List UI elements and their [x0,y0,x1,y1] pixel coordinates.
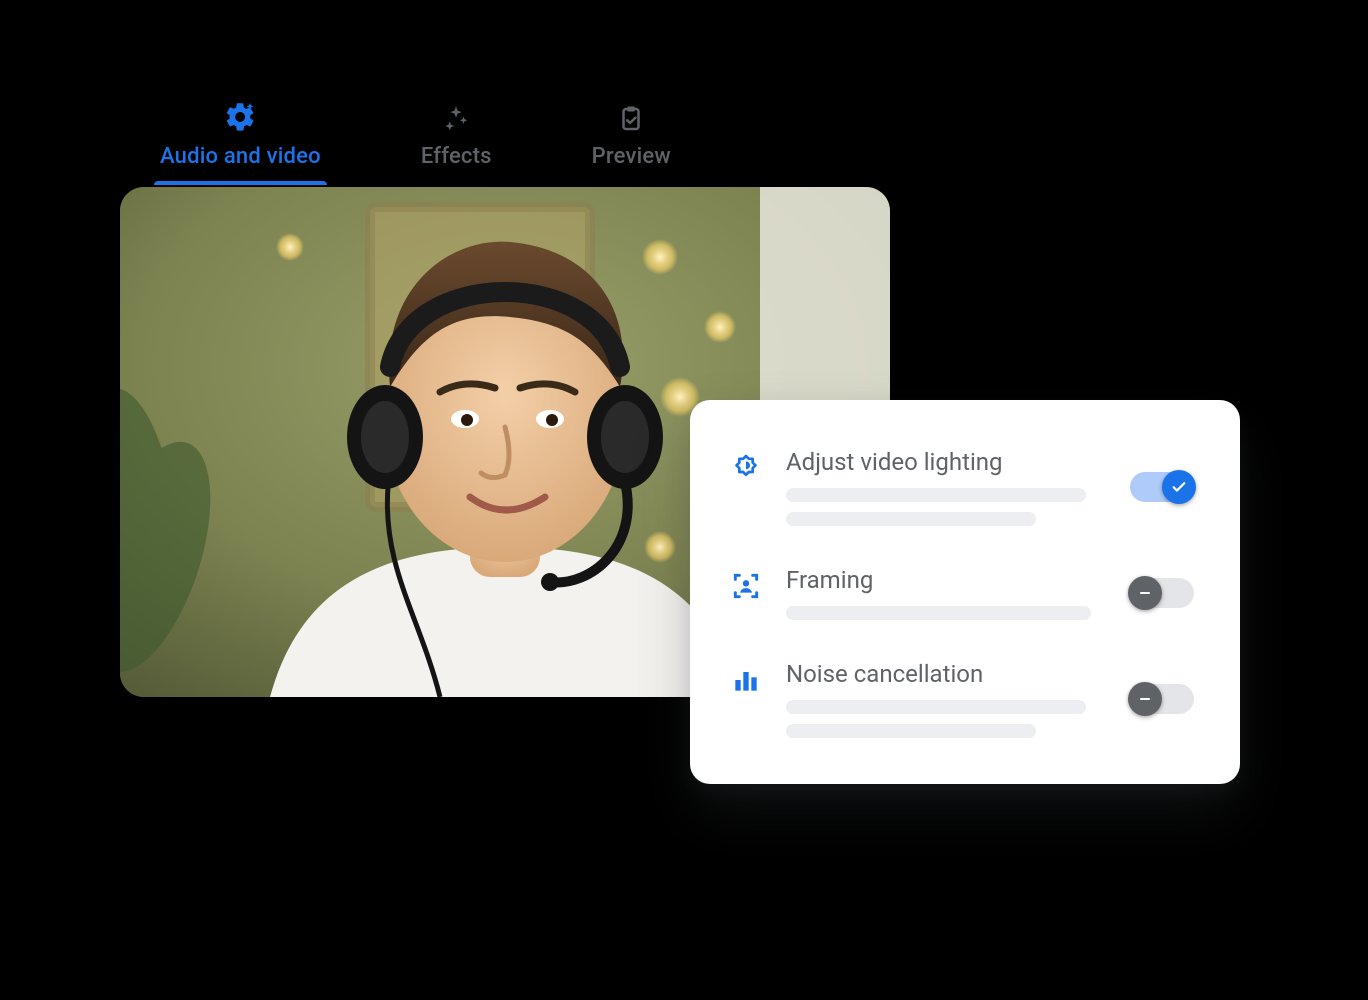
setting-row-lighting: Adjust video lighting [724,434,1206,544]
placeholder-line [786,488,1086,502]
setting-row-noise-cancellation: Noise cancellation [724,638,1206,756]
placeholder-line [786,512,1036,526]
setting-title: Noise cancellation [786,660,1112,688]
frame-person-icon [724,566,768,602]
minus-icon [1128,576,1162,610]
clipboard-check-icon [616,104,646,134]
toggle-lighting[interactable] [1130,472,1194,502]
setting-title: Adjust video lighting [786,448,1112,476]
toggle-noise-cancellation[interactable] [1130,684,1194,714]
sparkles-icon [441,104,471,134]
tab-label: Preview [592,144,671,169]
minus-icon [1128,682,1162,716]
tab-effects[interactable]: Effects [421,104,492,169]
toggle-framing[interactable] [1130,578,1194,608]
placeholder-line [786,724,1036,738]
check-icon [1162,470,1196,504]
placeholder-line [786,606,1091,620]
brightness-icon [724,448,768,484]
setting-row-framing: Framing [724,544,1206,638]
audio-video-settings-panel: Adjust video lighting Framing [690,400,1240,784]
equalizer-icon [724,660,768,696]
placeholder-line [786,700,1086,714]
tabs-bar: Audio and video Effects Preview [120,100,1220,187]
tab-preview[interactable]: Preview [592,104,671,169]
setting-title: Framing [786,566,1112,594]
gear-sparkle-icon [223,100,257,134]
tab-label: Audio and video [160,144,321,169]
tab-label: Effects [421,144,492,169]
tab-audio-and-video[interactable]: Audio and video [160,100,321,169]
